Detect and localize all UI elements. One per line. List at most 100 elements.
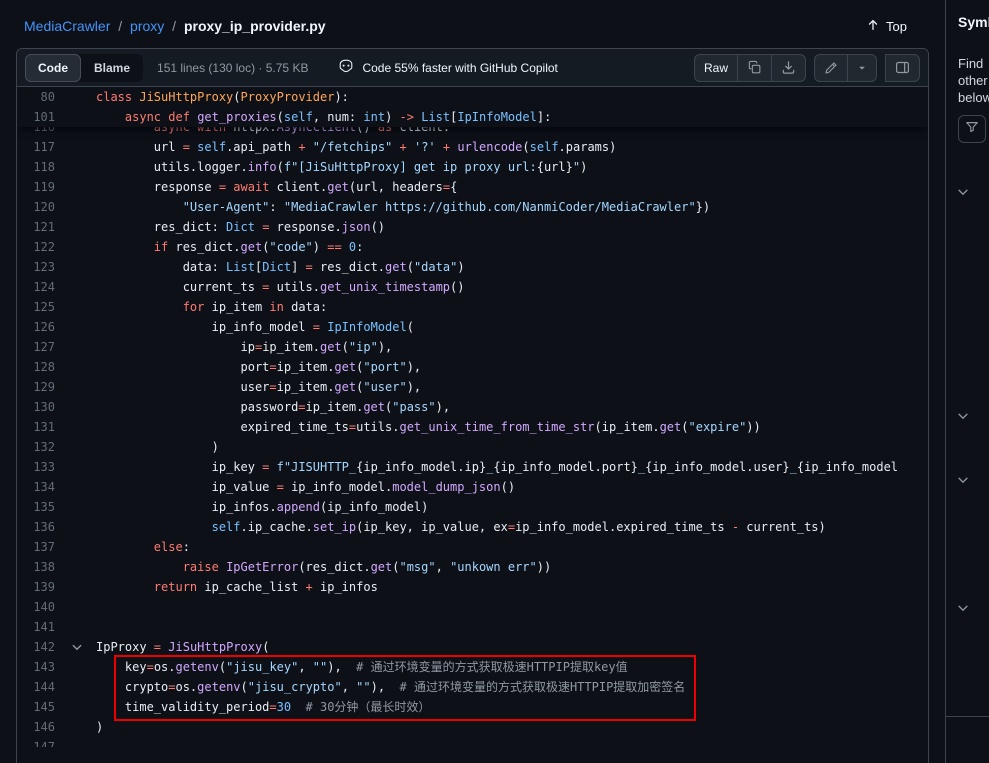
code-line: 135 ip_infos.append(ip_info_model) xyxy=(17,497,928,517)
code-text: class JiSuHttpProxy(ProxyProvider): xyxy=(96,87,928,107)
code-text: ip_value = ip_info_model.model_dump_json… xyxy=(96,477,928,497)
chevron-down-icon[interactable] xyxy=(956,185,970,204)
line-number[interactable]: 134 xyxy=(17,477,55,497)
gutter xyxy=(55,377,96,397)
breadcrumb-repo-link[interactable]: MediaCrawler xyxy=(24,18,110,34)
line-number[interactable]: 136 xyxy=(17,517,55,537)
line-number[interactable]: 120 xyxy=(17,197,55,217)
line-number[interactable]: 132 xyxy=(17,437,55,457)
tab-code[interactable]: Code xyxy=(25,54,81,82)
breadcrumb: MediaCrawler / proxy / proxy_ip_provider… xyxy=(24,18,326,34)
code-text: current_ts = utils.get_unix_timestamp() xyxy=(96,277,928,297)
line-number[interactable]: 137 xyxy=(17,537,55,557)
line-number[interactable]: 147 xyxy=(17,737,55,747)
copy-button[interactable] xyxy=(738,54,772,82)
line-number[interactable]: 130 xyxy=(17,397,55,417)
code-line: 121 res_dict: Dict = response.json() xyxy=(17,217,928,237)
symbols-toggle-group xyxy=(885,54,920,82)
line-number[interactable]: 101 xyxy=(17,107,55,127)
line-number[interactable]: 124 xyxy=(17,277,55,297)
raw-button-group: Raw xyxy=(694,54,806,82)
edit-dropdown-button[interactable] xyxy=(848,54,877,82)
line-number[interactable]: 117 xyxy=(17,137,55,157)
line-number[interactable]: 128 xyxy=(17,357,55,377)
code-line: 144 crypto=os.getenv("jisu_crypto", ""),… xyxy=(17,677,928,697)
copilot-banner[interactable]: Code 55% faster with GitHub Copilot xyxy=(338,58,557,77)
code-lines: 116 async with httpx.AsyncClient() as cl… xyxy=(17,87,928,747)
gutter xyxy=(55,517,96,537)
symbols-desc: Findotherbelow xyxy=(958,55,989,106)
gutter xyxy=(55,417,96,437)
line-number[interactable]: 126 xyxy=(17,317,55,337)
symbols-panel-toggle-button[interactable] xyxy=(885,54,920,82)
tab-blame[interactable]: Blame xyxy=(81,54,143,82)
line-number[interactable]: 133 xyxy=(17,457,55,477)
breadcrumb-bar: MediaCrawler / proxy / proxy_ip_provider… xyxy=(0,0,945,48)
code-line: 122 if res_dict.get("code") == 0: xyxy=(17,237,928,257)
line-number[interactable]: 129 xyxy=(17,377,55,397)
raw-button[interactable]: Raw xyxy=(694,54,738,82)
line-number[interactable]: 127 xyxy=(17,337,55,357)
gutter xyxy=(55,637,96,657)
edit-button-group xyxy=(814,54,877,82)
line-number[interactable]: 80 xyxy=(17,87,55,107)
line-number[interactable]: 139 xyxy=(17,577,55,597)
code-text: response = await client.get(url, headers… xyxy=(96,177,928,197)
code-line: 141 xyxy=(17,617,928,637)
line-number[interactable]: 146 xyxy=(17,717,55,737)
code-text: ip_info_model = IpInfoModel( xyxy=(96,317,928,337)
fold-chevron-icon[interactable] xyxy=(71,641,83,653)
code-line: 140 xyxy=(17,597,928,617)
code-text: time_validity_period=30 # 30分钟（最长时效） xyxy=(96,697,928,717)
code-line: 137 else: xyxy=(17,537,928,557)
panel-divider xyxy=(946,716,989,717)
line-number[interactable]: 145 xyxy=(17,697,55,717)
code-text: IpProxy = JiSuHttpProxy( xyxy=(96,637,928,657)
gutter xyxy=(55,257,96,277)
line-number[interactable]: 119 xyxy=(17,177,55,197)
gutter xyxy=(55,677,96,697)
download-button[interactable] xyxy=(772,54,806,82)
copilot-icon xyxy=(338,58,354,77)
line-number[interactable]: 121 xyxy=(17,217,55,237)
back-to-top-button[interactable]: Top xyxy=(866,18,907,35)
code-line: 138 raise IpGetError(res_dict.get("msg",… xyxy=(17,557,928,577)
copilot-banner-text: Code 55% faster with GitHub Copilot xyxy=(362,61,557,75)
chevron-down-icon[interactable] xyxy=(956,473,970,492)
code-line: 124 current_ts = utils.get_unix_timestam… xyxy=(17,277,928,297)
code-line: 119 response = await client.get(url, hea… xyxy=(17,177,928,197)
code-line: 132 ) xyxy=(17,437,928,457)
code-text: ip_infos.append(ip_info_model) xyxy=(96,497,928,517)
line-number[interactable]: 143 xyxy=(17,657,55,677)
code-text: "User-Agent": "MediaCrawler https://gith… xyxy=(96,197,928,217)
gutter xyxy=(55,337,96,357)
line-number[interactable]: 135 xyxy=(17,497,55,517)
code-line: 130 password=ip_item.get("pass"), xyxy=(17,397,928,417)
code-text: data: List[Dict] = res_dict.get("data") xyxy=(96,257,928,277)
gutter xyxy=(55,617,96,637)
chevron-down-icon[interactable] xyxy=(956,601,970,620)
line-number[interactable]: 142 xyxy=(17,637,55,657)
gutter xyxy=(55,357,96,377)
code-text: port=ip_item.get("port"), xyxy=(96,357,928,377)
symbols-panel-title: Symbols xyxy=(958,14,989,30)
gutter xyxy=(55,437,96,457)
line-number[interactable]: 131 xyxy=(17,417,55,437)
line-number[interactable]: 138 xyxy=(17,557,55,577)
breadcrumb-separator: / xyxy=(118,18,122,34)
breadcrumb-dir-link[interactable]: proxy xyxy=(130,18,164,34)
line-number[interactable]: 125 xyxy=(17,297,55,317)
code-text xyxy=(96,737,928,747)
line-number[interactable]: 123 xyxy=(17,257,55,277)
edit-button[interactable] xyxy=(814,54,848,82)
line-number[interactable]: 140 xyxy=(17,597,55,617)
line-number[interactable]: 122 xyxy=(17,237,55,257)
code-text xyxy=(96,617,928,637)
line-number[interactable]: 118 xyxy=(17,157,55,177)
filter-button[interactable] xyxy=(958,115,986,143)
line-number[interactable]: 141 xyxy=(17,617,55,637)
page: MediaCrawler / proxy / proxy_ip_provider… xyxy=(0,0,989,763)
chevron-down-icon[interactable] xyxy=(956,409,970,428)
line-number[interactable]: 144 xyxy=(17,677,55,697)
code-line: 127 ip=ip_item.get("ip"), xyxy=(17,337,928,357)
